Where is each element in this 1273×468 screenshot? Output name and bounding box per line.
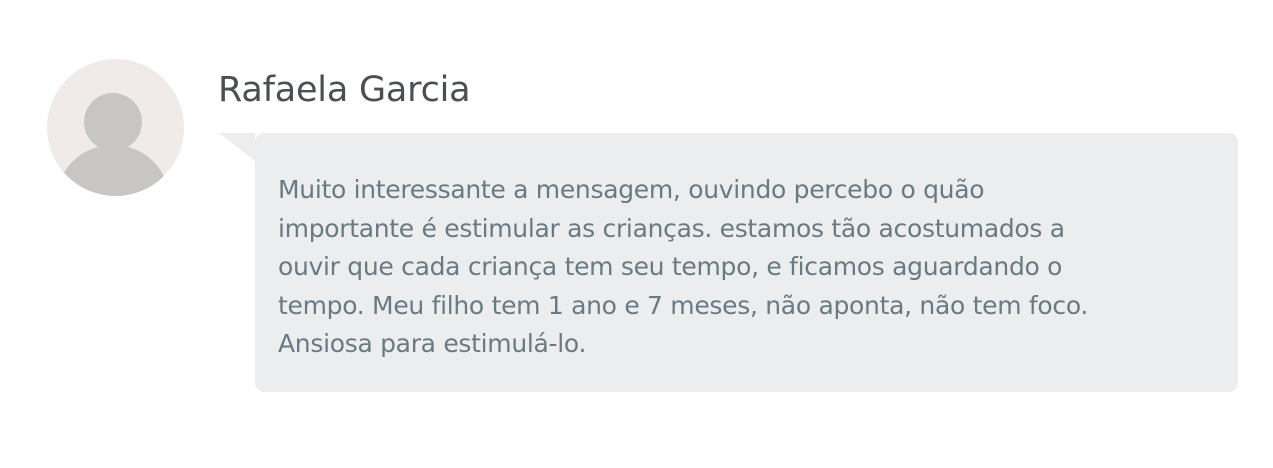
comment-text: Muito interessante a mensagem, ouvindo p… xyxy=(278,175,1089,358)
author-name: Rafaela Garcia xyxy=(218,70,471,110)
comment-card: Rafaela Garcia Muito interessante a mens… xyxy=(0,0,1273,468)
bubble-pointer xyxy=(219,133,255,161)
author-avatar xyxy=(47,59,184,196)
default-user-avatar-icon xyxy=(47,59,184,196)
comment-bubble: Muito interessante a mensagem, ouvindo p… xyxy=(219,133,1238,392)
